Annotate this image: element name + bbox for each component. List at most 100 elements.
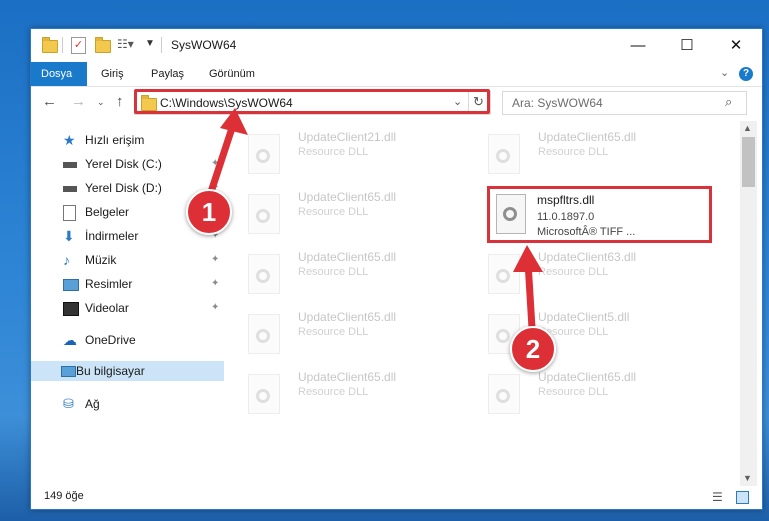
tab-home[interactable]: Giriş: [91, 62, 134, 86]
dll-file-icon: [248, 314, 280, 354]
ribbon-tabs: Dosya Giriş Paylaş Görünüm ⌄ ?: [31, 62, 762, 87]
file-name: UpdateClient65.dll: [298, 250, 397, 264]
window-title: SysWOW64: [171, 38, 237, 52]
sidebar-item-label: Müzik: [85, 253, 117, 267]
file-type: Resource DLL: [298, 386, 369, 398]
file-name: UpdateClient5.dll: [538, 310, 630, 324]
sidebar-item-label: Videolar: [85, 301, 129, 315]
customize-toolbar-icon[interactable]: ☷▾: [117, 37, 134, 51]
sidebar-item-label: Yerel Disk (C:): [85, 157, 162, 171]
file-name: UpdateClient65.dll: [538, 130, 637, 144]
sidebar-item-label: Belgeler: [85, 205, 130, 219]
document-icon: [63, 205, 76, 221]
expand-ribbon-icon[interactable]: ⌄: [720, 66, 729, 79]
back-button[interactable]: ←: [42, 93, 57, 110]
title-bar: ✓ ☷▾ ▼ SysWOW64 — ☐ ✕: [31, 29, 762, 62]
pin-icon[interactable]: ✦: [211, 250, 219, 270]
help-icon[interactable]: ?: [739, 67, 753, 81]
up-button[interactable]: ↑: [116, 93, 124, 110]
scroll-up-icon[interactable]: ▲: [743, 123, 752, 133]
gear-icon: [256, 209, 270, 223]
maximize-button[interactable]: ☐: [664, 29, 710, 61]
file-name: UpdateClient65.dll: [298, 310, 397, 324]
vertical-scrollbar[interactable]: ▲ ▼: [740, 121, 757, 486]
search-icon[interactable]: ⌕: [725, 94, 732, 110]
step-badge-2: 2: [510, 326, 556, 372]
tab-file[interactable]: Dosya: [31, 62, 87, 86]
gear-icon: [256, 149, 270, 163]
explorer-window: ✓ ☷▾ ▼ SysWOW64 — ☐ ✕ Dosya Giriş Paylaş…: [30, 28, 763, 510]
sidebar-item-label: Yerel Disk (D:): [85, 181, 162, 195]
dll-file-icon: [248, 374, 280, 414]
sidebar-item-label: Ağ: [85, 397, 100, 411]
file-item[interactable]: UpdateClient5.dll Resource DLL: [468, 306, 698, 360]
gear-icon: [256, 329, 270, 343]
pin-icon[interactable]: ✦: [211, 298, 219, 318]
file-name: mspfltrs.dll: [537, 193, 595, 207]
file-item[interactable]: UpdateClient65.dll Resource DLL: [228, 246, 458, 300]
sidebar-item-label: Bu bilgisayar: [76, 364, 145, 378]
tab-share[interactable]: Paylaş: [141, 62, 194, 86]
new-folder-icon[interactable]: [95, 37, 111, 53]
sidebar-item-label: OneDrive: [85, 333, 136, 347]
navigation-pane: ★ Hızlı erişim Yerel Disk (C:) ✦ Yerel D…: [31, 121, 226, 486]
dll-file-icon: [248, 194, 280, 234]
computer-icon: [61, 366, 76, 377]
gear-icon: [496, 149, 510, 163]
gear-icon: [496, 329, 510, 343]
sidebar-item-label: İndirmeler: [85, 229, 139, 243]
recent-locations-button[interactable]: ⌄: [97, 97, 105, 108]
status-bar: 149 öğe ☰: [31, 486, 762, 509]
search-input[interactable]: Ara: SysWOW64 ⌕: [502, 91, 747, 115]
file-item[interactable]: UpdateClient65.dll Resource DLL: [228, 306, 458, 360]
pin-icon[interactable]: ✦: [211, 274, 219, 294]
chevron-down-icon[interactable]: ▼: [145, 38, 155, 49]
file-type: Resource DLL: [538, 266, 609, 278]
scroll-down-icon[interactable]: ▼: [743, 473, 752, 483]
tab-view[interactable]: Görünüm: [199, 62, 265, 86]
scrollbar-thumb[interactable]: [742, 137, 755, 187]
properties-icon[interactable]: ✓: [71, 37, 86, 54]
sidebar-item-label: Hızlı erişim: [85, 133, 145, 147]
gear-icon: [496, 269, 510, 283]
item-count: 149 öğe: [44, 490, 84, 502]
sidebar-item-this-pc[interactable]: Bu bilgisayar: [31, 361, 224, 381]
file-item[interactable]: UpdateClient65.dll Resource DLL: [228, 366, 458, 420]
file-version: 11.0.1897.0: [537, 211, 595, 223]
dll-file-icon: [248, 134, 280, 174]
pictures-icon: [63, 279, 79, 291]
file-item[interactable]: UpdateClient63.dll Resource DLL: [468, 246, 698, 300]
file-item[interactable]: UpdateClient65.dll Resource DLL: [228, 186, 458, 240]
drive-icon: [63, 162, 77, 168]
pin-icon[interactable]: ✦: [211, 154, 219, 174]
dll-file-icon: [248, 254, 280, 294]
file-type: Resource DLL: [538, 386, 609, 398]
file-name: UpdateClient21.dll: [298, 130, 397, 144]
search-placeholder: Ara: SysWOW64: [512, 96, 603, 110]
forward-button[interactable]: →: [71, 93, 86, 110]
dll-file-icon: [488, 134, 520, 174]
network-icon: ⛁: [63, 396, 74, 411]
dll-file-icon: [496, 194, 526, 234]
file-company: MicrosoftÂ® TIFF ...: [537, 226, 636, 238]
file-item[interactable]: UpdateClient21.dll Resource DLL: [228, 126, 458, 180]
star-icon: ★: [63, 132, 76, 148]
gear-icon: [503, 207, 517, 221]
file-type: Resource DLL: [298, 206, 369, 218]
file-item[interactable]: UpdateClient65.dll Resource DLL: [468, 126, 698, 180]
large-icons-view-icon[interactable]: [736, 491, 749, 504]
gear-icon: [496, 389, 510, 403]
file-item[interactable]: UpdateClient65.dll Resource DLL: [468, 366, 698, 420]
file-type: Resource DLL: [538, 146, 609, 158]
file-name: UpdateClient65.dll: [298, 370, 397, 384]
minimize-button[interactable]: —: [615, 29, 661, 61]
close-button[interactable]: ✕: [713, 29, 759, 61]
highlighted-file-item[interactable]: mspfltrs.dll 11.0.1897.0 MicrosoftÂ® TIF…: [487, 186, 712, 243]
file-name: UpdateClient65.dll: [538, 370, 637, 384]
details-view-icon[interactable]: ☰: [712, 490, 723, 504]
divider: [161, 37, 162, 53]
dll-file-icon: [488, 254, 520, 294]
sidebar-item-label: Resimler: [85, 277, 133, 291]
gear-icon: [256, 389, 270, 403]
file-list: UpdateClient21.dll Resource DLL UpdateCl…: [228, 121, 740, 486]
